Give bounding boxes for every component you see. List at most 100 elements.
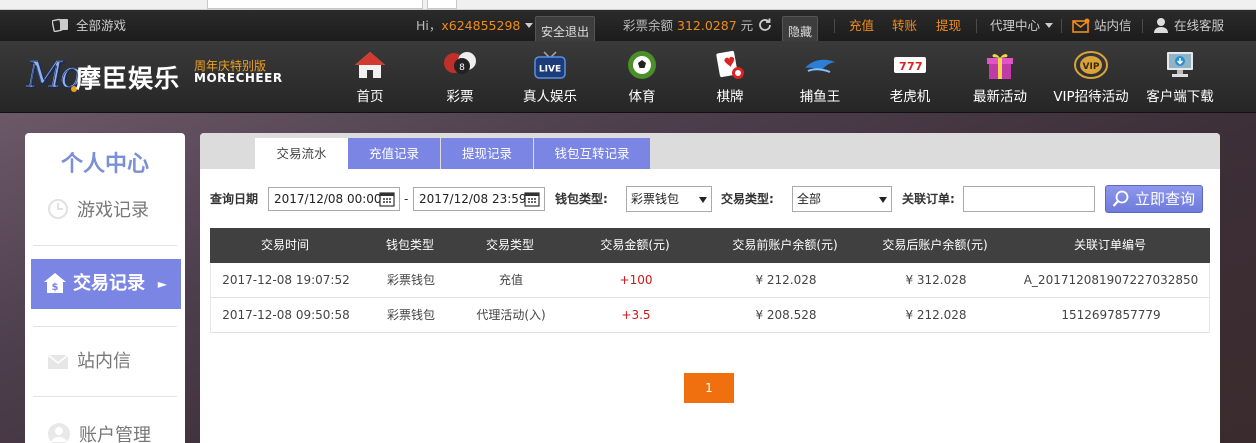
nav-fishing-label: 捕鱼王 xyxy=(799,89,841,105)
nav-vip[interactable]: VIP VIP招待活动 xyxy=(1049,49,1133,107)
search-button[interactable]: 立即查询 xyxy=(1105,185,1203,213)
tab-wallet-transfer-records[interactable]: 钱包互转记录 xyxy=(534,138,650,169)
cell-time: 2017-12-08 09:50:58 xyxy=(222,308,350,322)
inbox-label: 站内信 xyxy=(1094,18,1132,33)
caret-right-icon: ► xyxy=(157,277,167,291)
transaction-type-label: 交易类型: xyxy=(721,192,774,206)
withdraw-link[interactable]: 提现 xyxy=(936,10,961,41)
gift-box-icon xyxy=(987,54,1013,79)
divider xyxy=(33,245,177,246)
playing-cards-icon xyxy=(716,50,744,79)
sidebar-item-inbox[interactable]: 站内信 xyxy=(47,347,131,373)
related-order-input[interactable] xyxy=(963,186,1095,212)
svg-text:LIVE: LIVE xyxy=(539,65,561,75)
tab-recharge-records[interactable]: 充值记录 xyxy=(348,138,440,169)
wallet-type-select[interactable]: 彩票钱包 xyxy=(626,186,712,212)
cell-type: 充值 xyxy=(498,273,523,287)
sidebar-item-label: 交易记录 xyxy=(73,273,145,294)
column-header: 交易类型 xyxy=(485,238,534,252)
nav-live-casino[interactable]: LIVE 真人娱乐 xyxy=(519,49,581,107)
cell-type: 代理活动(入) xyxy=(476,308,546,322)
cell-order-id: 1512697857779 xyxy=(1061,308,1161,322)
sidebar-item-game-records[interactable]: 游戏记录 xyxy=(47,196,149,222)
column-header: 交易后账户余额(元) xyxy=(882,238,988,252)
divider xyxy=(834,19,835,33)
nav-client-download-label: 客户端下载 xyxy=(1146,89,1214,105)
date-range-separator: - xyxy=(404,192,409,206)
live-tv-icon: LIVE xyxy=(534,51,566,79)
calendar-icon[interactable] xyxy=(524,191,540,207)
divider xyxy=(33,396,177,397)
svg-text:VIP: VIP xyxy=(1083,62,1100,72)
transaction-house-icon: $ xyxy=(44,273,66,293)
nav-sports[interactable]: 体育 xyxy=(622,49,662,107)
support-agent-icon xyxy=(1154,18,1168,33)
sidebar-item-transaction-records[interactable]: $ 交易记录 ► xyxy=(31,259,181,309)
mail-icon xyxy=(1072,18,1090,33)
table-header: 交易时间 钱包类型 交易类型 交易金额(元) 交易前账户余额(元) 交易后账户余… xyxy=(210,228,1210,263)
greeting-text: Hi， xyxy=(416,18,442,33)
nav-lottery[interactable]: 8 彩票 xyxy=(438,49,482,107)
online-service-link[interactable]: 在线客服 xyxy=(1152,10,1224,41)
search-icon xyxy=(1112,190,1129,207)
nav-live-casino-label: 真人娱乐 xyxy=(523,89,577,105)
inbox-link[interactable]: 站内信 xyxy=(1072,10,1132,41)
user-greeting[interactable]: Hi，x624855298 xyxy=(416,10,534,41)
lottery-balance: 彩票余额 312.0287 元 xyxy=(623,10,753,41)
nav-client-download[interactable]: 客户端下载 xyxy=(1144,49,1216,107)
chevron-down-icon xyxy=(525,23,534,28)
agent-center-label: 代理中心 xyxy=(990,18,1041,33)
recharge-link[interactable]: 充值 xyxy=(849,10,874,41)
records-tab-bar: 交易流水 充值记录 提现记录 钱包互转记录 xyxy=(200,133,1220,169)
nav-promotions[interactable]: 最新活动 xyxy=(970,49,1030,107)
nav-card-games[interactable]: 棋牌 xyxy=(710,49,750,107)
home-icon xyxy=(355,52,385,78)
sidebar-item-label: 站内信 xyxy=(77,351,131,372)
transfer-link[interactable]: 转账 xyxy=(892,10,917,41)
sidebar-item-label: 游戏记录 xyxy=(77,200,149,221)
nav-fishing[interactable]: 捕鱼王 xyxy=(797,49,843,107)
all-games-link[interactable]: 全部游戏 xyxy=(52,10,126,41)
page-button-current[interactable]: 1 xyxy=(684,373,734,403)
cell-balance-after: ¥ 212.028 xyxy=(905,308,967,322)
date-from-value: 2017/12/08 00:00 xyxy=(274,192,382,206)
sidebar-item-label: 账户管理 xyxy=(79,425,151,443)
cell-balance-before: ¥ 212.028 xyxy=(755,273,817,287)
lottery-balls-icon: 8 xyxy=(444,52,476,74)
top-utility-bar: 全部游戏 Hi，x624855298 安全退出 彩票余额 312.0287 元 隐… xyxy=(0,10,1256,47)
sidebar-item-account-management[interactable]: 账户管理 xyxy=(47,421,151,443)
related-order-label: 关联订单: xyxy=(902,192,955,206)
sidebar-title: 个人中心 xyxy=(60,152,149,177)
browser-tab[interactable] xyxy=(207,0,423,9)
agent-center-menu[interactable]: 代理中心 xyxy=(990,10,1054,41)
nav-home[interactable]: 首页 xyxy=(350,49,390,107)
transaction-type-select[interactable]: 全部 xyxy=(792,186,892,212)
search-button-label: 立即查询 xyxy=(1135,190,1196,208)
tab-withdraw-records[interactable]: 提现记录 xyxy=(441,138,533,169)
column-header: 钱包类型 xyxy=(385,238,434,252)
tab-transaction-flow[interactable]: 交易流水 xyxy=(255,138,348,169)
cell-balance-after: ¥ 312.028 xyxy=(905,273,967,287)
divider xyxy=(1142,19,1143,33)
divider xyxy=(976,19,977,33)
date-from-field[interactable]: 2017/12/08 00:00 xyxy=(268,187,400,211)
svg-text:8: 8 xyxy=(459,63,465,73)
column-header: 交易前账户余额(元) xyxy=(732,238,838,252)
nav-home-label: 首页 xyxy=(356,89,384,105)
transaction-panel: 交易流水 充值记录 提现记录 钱包互转记录 查询日期 2017/12/08 00… xyxy=(200,133,1220,443)
table-row: 2017-12-08 09:50:58 彩票钱包 代理活动(入) +3.5 ¥ … xyxy=(210,298,1210,333)
nav-slots[interactable]: 777 老虎机 xyxy=(887,49,933,107)
dropdown-arrow-icon xyxy=(699,197,707,203)
main-header: Mo 摩臣娱乐 周年庆特别版 MORECHEER 首页 8 彩票 LIVE 真人… xyxy=(0,41,1256,113)
refresh-icon[interactable] xyxy=(757,10,775,41)
cell-wallet: 彩票钱包 xyxy=(386,308,435,322)
fish-icon xyxy=(805,59,835,73)
calendar-icon[interactable] xyxy=(379,191,395,207)
wallet-type-label: 钱包类型: xyxy=(555,192,608,206)
user-icon xyxy=(48,423,70,443)
brand-name: 摩臣娱乐 xyxy=(76,64,181,93)
date-to-field[interactable]: 2017/12/08 23:59 xyxy=(413,187,545,211)
envelope-icon xyxy=(47,354,69,369)
browser-new-tab[interactable] xyxy=(427,0,457,9)
nav-promotions-label: 最新活动 xyxy=(973,89,1027,105)
